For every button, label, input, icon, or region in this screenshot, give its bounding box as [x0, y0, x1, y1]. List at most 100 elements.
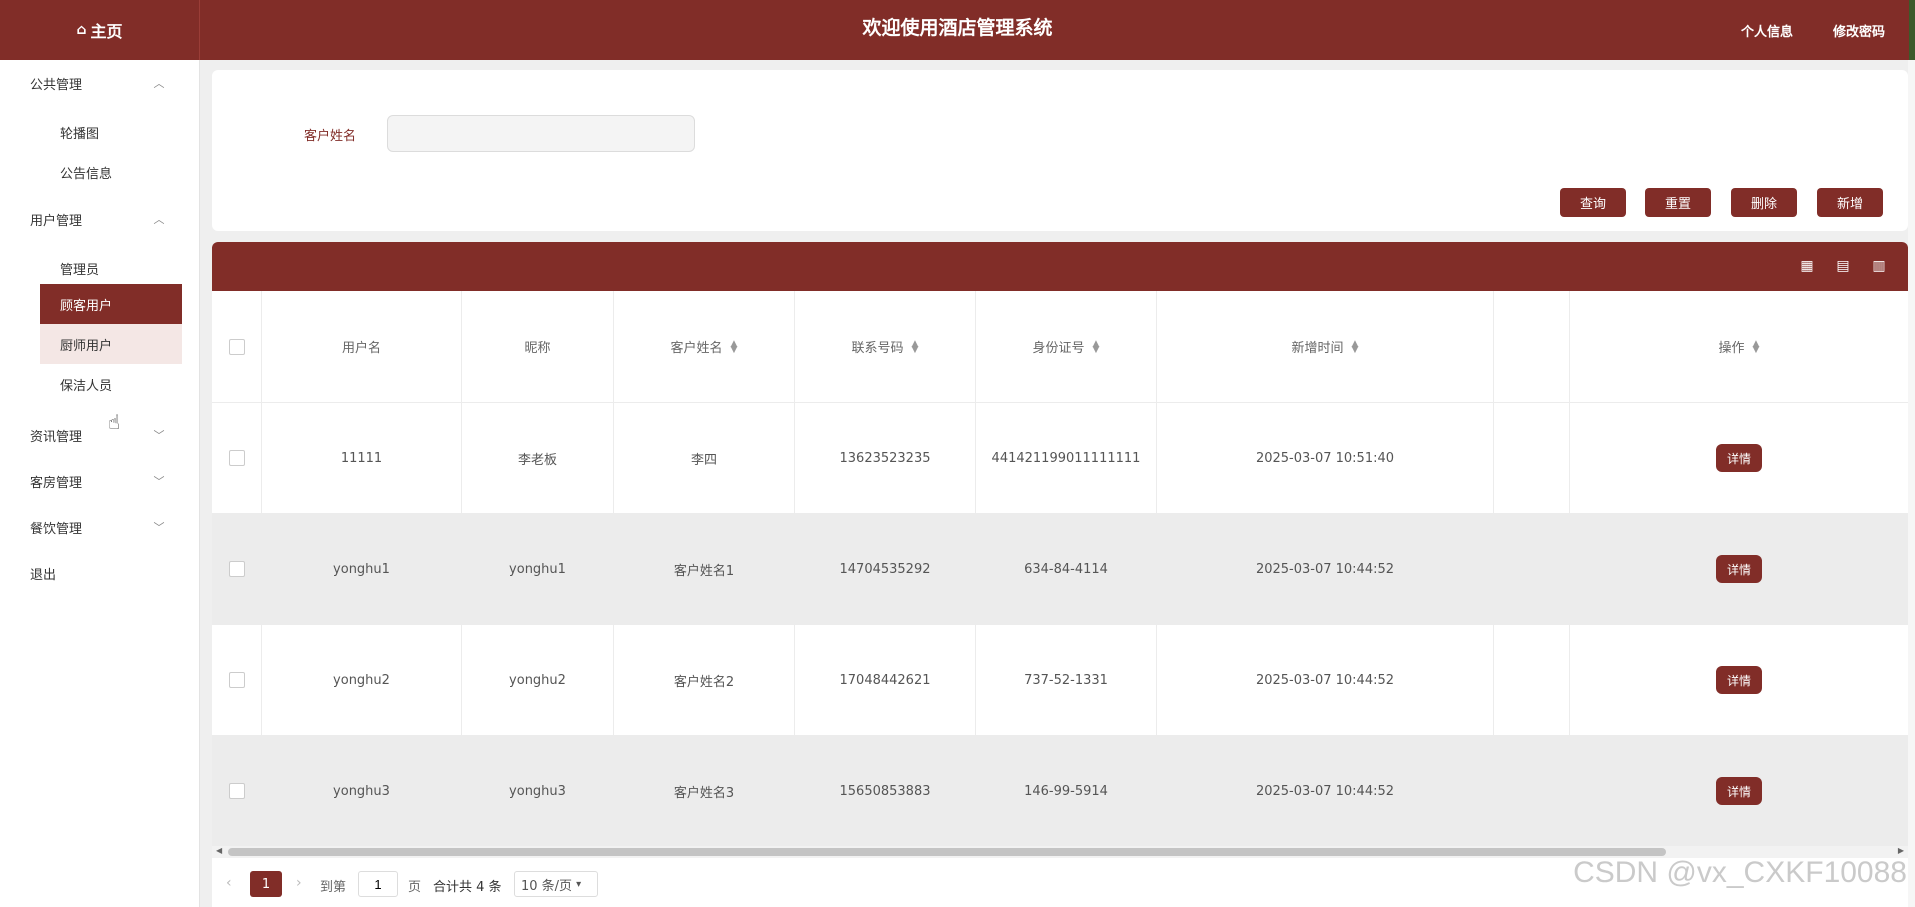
- column-header: [1494, 291, 1570, 402]
- sort-icon[interactable]: ▲ ▼: [1093, 339, 1100, 354]
- chevron-down-icon: ▾: [576, 878, 582, 890]
- sidebar-item-label: 顾客用户: [60, 298, 113, 314]
- table-toolbar: ▦ ▤ ▥: [212, 242, 1908, 291]
- column-header[interactable]: 新增时间 ▲ ▼: [1157, 291, 1494, 402]
- page-unit-label: 页: [408, 880, 422, 895]
- scroll-left-icon[interactable]: ◀: [216, 846, 222, 855]
- sidebar-item-chefs[interactable]: 厨师用户: [40, 324, 182, 364]
- row-checkbox[interactable]: [228, 672, 245, 688]
- sidebar-group-label: 资讯管理: [30, 429, 83, 445]
- cell-name: 客户姓名1: [614, 514, 795, 624]
- sidebar-logout[interactable]: 退出: [0, 558, 200, 588]
- window-edge: [1908, 60, 1915, 907]
- detail-button[interactable]: 详情: [1716, 444, 1762, 472]
- sidebar-group-label: 退出: [30, 567, 57, 583]
- hand-cursor-icon: ☝: [108, 410, 121, 434]
- profile-link[interactable]: 个人信息: [1741, 21, 1793, 40]
- column-header[interactable]: 客户姓名 ▲ ▼: [614, 291, 795, 402]
- cell-id-number: 634-84-4114: [976, 514, 1157, 624]
- sidebar-group-label: 用户管理: [30, 213, 83, 229]
- table-header: 用户名 昵称 客户姓名 ▲ ▼ 联系号码 ▲ ▼ 身份证号 ▲ ▼ 新增时间 ▲ ▼ 操作 ▲ ▼: [212, 291, 1908, 403]
- goto-page-input[interactable]: [358, 871, 398, 897]
- scroll-right-icon[interactable]: ▶: [1898, 846, 1904, 855]
- chevron-up-icon: ︿: [153, 77, 165, 90]
- sidebar-group-public[interactable]: 公共管理 ︿: [0, 68, 200, 98]
- sidebar-group-news[interactable]: 资讯管理 ﹀: [0, 420, 200, 450]
- sidebar-item-carousel[interactable]: 轮播图: [40, 112, 182, 152]
- sort-icon[interactable]: ▲ ▼: [731, 339, 738, 354]
- select-all-checkbox[interactable]: [228, 338, 245, 355]
- sidebar-group-label: 客房管理: [30, 475, 83, 491]
- goto-label: 到第: [320, 880, 347, 895]
- cell-empty: [1494, 736, 1570, 846]
- row-checkbox[interactable]: [228, 450, 245, 466]
- delete-button[interactable]: 删除: [1731, 188, 1797, 217]
- cell-empty: [1494, 403, 1570, 513]
- home-link[interactable]: ⌂ 主页: [0, 0, 200, 60]
- page-size-value: 10 条/页: [521, 878, 573, 894]
- current-page-button[interactable]: 1: [250, 871, 282, 897]
- export-icon[interactable]: ▤: [1834, 257, 1852, 275]
- column-header[interactable]: 操作 ▲ ▼: [1570, 291, 1908, 402]
- cell-id-number: 441421199011111111: [976, 403, 1157, 513]
- cell-name: 客户姓名2: [614, 625, 795, 735]
- column-header[interactable]: 身份证号 ▲ ▼: [976, 291, 1157, 402]
- sidebar: 公共管理 ︿ 轮播图 公告信息 用户管理 ︿ 管理员 顾客用户 厨师用户 保洁人…: [0, 60, 200, 907]
- detail-button[interactable]: 详情: [1716, 777, 1762, 805]
- sidebar-group-rooms[interactable]: 客房管理 ﹀: [0, 466, 200, 496]
- search-panel: 客户姓名 查询 重置 删除 新增: [212, 70, 1908, 231]
- sort-icon[interactable]: ▲ ▼: [1352, 339, 1359, 354]
- add-button[interactable]: 新增: [1817, 188, 1883, 217]
- next-page-icon[interactable]: ›: [296, 875, 302, 891]
- page-size-select[interactable]: 10 条/页 ▾: [514, 871, 598, 897]
- reset-button[interactable]: 重置: [1645, 188, 1711, 217]
- cell-phone: 15650853883: [795, 736, 976, 846]
- cell-created: 2025-03-07 10:51:40: [1157, 403, 1494, 513]
- sidebar-item-admins[interactable]: 管理员: [40, 248, 182, 288]
- row-checkbox[interactable]: [228, 783, 245, 799]
- cell-nickname: yonghu1: [462, 514, 614, 624]
- cell-phone: 17048442621: [795, 625, 976, 735]
- cell-phone: 14704535292: [795, 514, 976, 624]
- sidebar-group-users[interactable]: 用户管理 ︿: [0, 204, 200, 234]
- print-icon[interactable]: ▥: [1870, 257, 1888, 275]
- cell-created: 2025-03-07 10:44:52: [1157, 625, 1494, 735]
- sidebar-item-notices[interactable]: 公告信息: [40, 152, 182, 192]
- detail-button[interactable]: 详情: [1716, 666, 1762, 694]
- table-row[interactable]: yonghu3 yonghu3 客户姓名3 15650853883 146-99-591…: [212, 736, 1908, 847]
- sort-icon[interactable]: ▲ ▼: [1753, 339, 1760, 354]
- query-button[interactable]: 查询: [1560, 188, 1626, 217]
- edge-strip: [1909, 0, 1915, 60]
- cell-id-number: 146-99-5914: [976, 736, 1157, 846]
- cell-username: yonghu1: [262, 514, 462, 624]
- row-checkbox[interactable]: [228, 561, 245, 577]
- cell-id-number: 737-52-1331: [976, 625, 1157, 735]
- total-count: 合计共 4 条: [433, 880, 502, 895]
- sort-icon[interactable]: ▲ ▼: [912, 339, 919, 354]
- sidebar-item-label: 保洁人员: [60, 378, 113, 394]
- table-row[interactable]: yonghu2 yonghu2 客户姓名2 17048442621 737-52-133…: [212, 625, 1908, 736]
- cell-nickname: yonghu3: [462, 736, 614, 846]
- cell-created: 2025-03-07 10:44:52: [1157, 514, 1494, 624]
- table-row[interactable]: yonghu1 yonghu1 客户姓名1 14704535292 634-84-411…: [212, 514, 1908, 625]
- page-title: 欢迎使用酒店管理系统: [862, 16, 1053, 39]
- pagination: ‹ 1 › 到第 页 合计共 4 条 10 条/页 ▾: [212, 869, 1012, 899]
- scrollbar-thumb[interactable]: [228, 848, 1666, 856]
- columns-icon[interactable]: ▦: [1798, 257, 1816, 275]
- sidebar-group-dining[interactable]: 餐饮管理 ﹀: [0, 512, 200, 542]
- sidebar-item-cleaners[interactable]: 保洁人员: [40, 364, 182, 404]
- chevron-down-icon: ﹀: [153, 429, 165, 442]
- table-panel: ▦ ▤ ▥ 用户名 昵称 客户姓名 ▲ ▼ 联系号码 ▲ ▼ 身份证号 ▲ ▼ 新增时间 ▲ ▼…: [212, 242, 1908, 907]
- cell-username: yonghu3: [262, 736, 462, 846]
- sidebar-item-customers[interactable]: 顾客用户: [40, 284, 182, 324]
- prev-page-icon[interactable]: ‹: [226, 875, 232, 891]
- home-label: 主页: [90, 22, 123, 41]
- change-password-link[interactable]: 修改密码: [1833, 21, 1885, 40]
- column-header: 昵称: [462, 291, 614, 402]
- chevron-down-icon: ﹀: [153, 475, 165, 488]
- detail-button[interactable]: 详情: [1716, 555, 1762, 583]
- cell-empty: [1494, 625, 1570, 735]
- table-row[interactable]: 11111 李老板 李四 13623523235 441421199011111111 2…: [212, 403, 1908, 514]
- column-header[interactable]: 联系号码 ▲ ▼: [795, 291, 976, 402]
- customer-name-input[interactable]: [387, 115, 695, 152]
